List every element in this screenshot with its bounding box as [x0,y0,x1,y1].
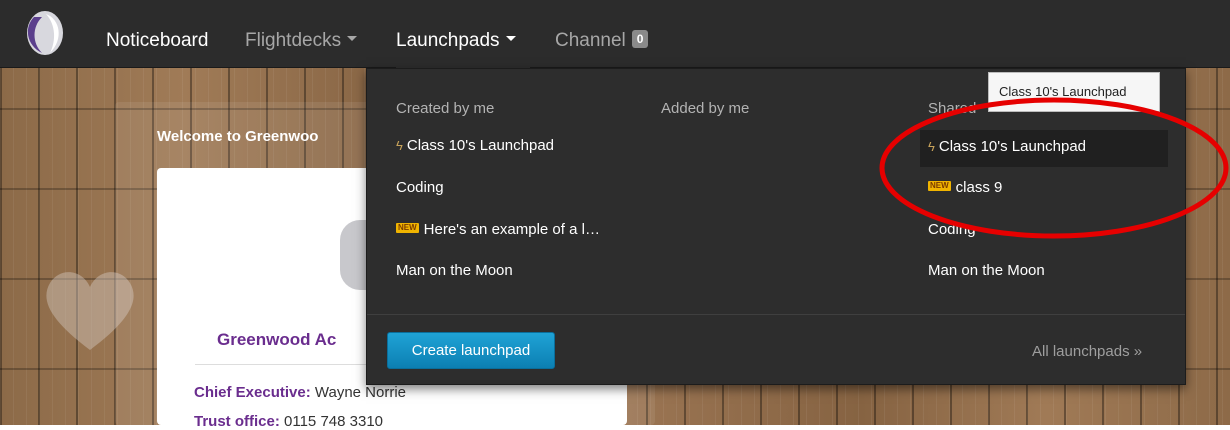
launchpad-item-shared[interactable]: Man on the Moon [928,262,1045,279]
launchpad-item-label: Coding [396,179,444,196]
channel-count-badge: 0 [631,29,649,48]
launchpad-item-label: Man on the Moon [928,262,1045,279]
school-name: Greenwood Ac [217,330,337,349]
launchpad-item-shared-highlighted[interactable]: ϟ Class 10's Launchpad [920,130,1168,167]
launchpad-item-shared[interactable]: Coding [928,221,976,238]
launchpad-item-label: class 9 [955,179,1003,196]
create-launchpad-button[interactable]: Create launchpad [387,332,555,369]
bolt-icon: ϟ [396,138,403,153]
chevron-down-icon [347,36,358,42]
launchpad-item-label: Man on the Moon [396,262,513,279]
trust-office-value: 0115 748 3310 [284,413,384,430]
welcome-title: Welcome to Greenwoo [157,128,319,145]
chief-executive-value: Wayne Norrie [314,384,407,401]
launchpad-item-shared[interactable]: NEW class 9 [928,179,1002,196]
app-logo-icon[interactable] [20,9,70,57]
chevron-down-icon [505,36,516,42]
all-launchpads-link[interactable]: All launchpads » [1032,343,1142,360]
launchpad-item-created[interactable]: Coding [396,179,444,196]
launchpad-item-label: Here's an example of a l… [423,221,600,238]
launchpad-item-created[interactable]: Man on the Moon [396,262,513,279]
launchpad-tooltip: Class 10's Launchpad [988,72,1160,112]
nav-channel-label: Channel [555,30,626,51]
launchpad-item-label: Class 10's Launchpad [938,138,1087,155]
new-badge: NEW [396,223,419,234]
launchpad-item-created[interactable]: ϟ Class 10's Launchpad [396,137,554,154]
column-created-by-me: Created by me [396,100,495,117]
column-shared: Shared [928,100,977,117]
dropdown-divider [367,314,1185,315]
trust-office-label: Trust office: [194,413,280,430]
nav-launchpads-label: Launchpads [396,30,500,51]
nav-channel[interactable]: Channel 0 [555,0,649,68]
new-badge: NEW [928,181,951,192]
nav-flightdecks[interactable]: Flightdecks [245,0,358,68]
chief-executive-line: Chief Executive: Wayne Norrie [194,384,406,401]
chief-executive-label: Chief Executive: [194,384,311,401]
top-nav-bar: Noticeboard Flightdecks Launchpads Chann… [0,0,1230,68]
nav-launchpads[interactable]: Launchpads [396,0,530,68]
launchpad-item-label: Class 10's Launchpad [406,137,555,154]
trust-office-line: Trust office: 0115 748 3310 [194,413,383,430]
column-added-by-me: Added by me [661,100,750,117]
launchpad-item-created[interactable]: NEW Here's an example of a l… [396,221,600,238]
bolt-icon: ϟ [928,139,935,154]
nav-noticeboard[interactable]: Noticeboard [106,0,208,68]
launchpad-item-label: Coding [928,221,976,238]
nav-flightdecks-label: Flightdecks [245,30,342,51]
